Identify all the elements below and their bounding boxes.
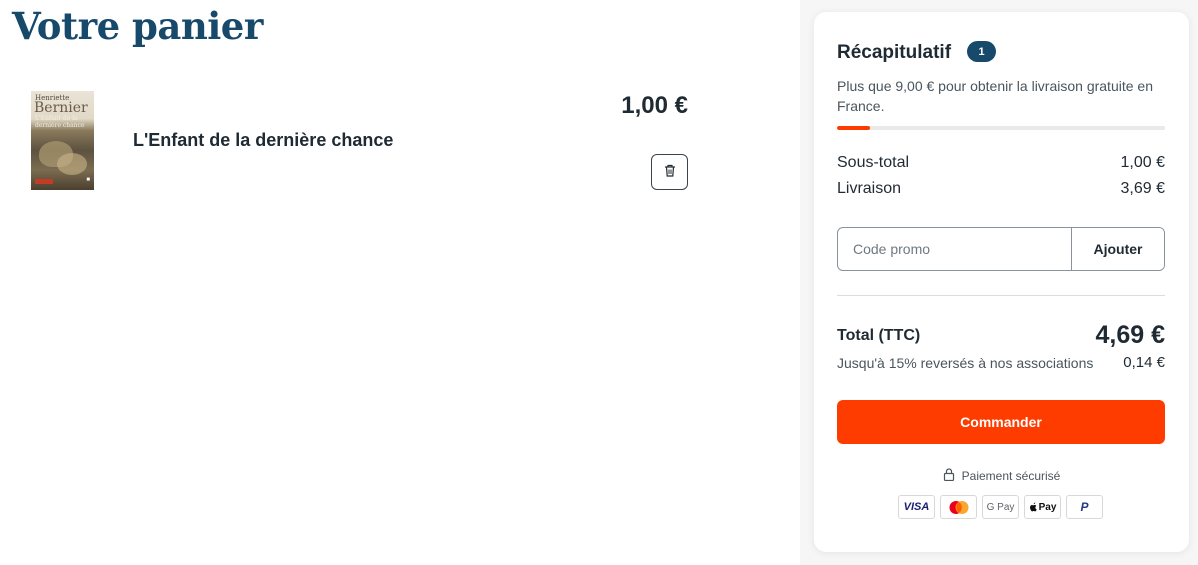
- cover-title: L'Enfant de la dernière chance: [35, 115, 85, 129]
- mastercard-icon: [940, 495, 977, 519]
- item-price: 1,00 €: [621, 92, 688, 119]
- delete-item-button[interactable]: [651, 154, 688, 190]
- apple-pay-label: Pay: [1038, 501, 1057, 513]
- shipping-label: Livraison: [837, 180, 902, 197]
- page-title: Votre panier: [12, 4, 263, 48]
- free-shipping-progress-fill: [837, 126, 870, 130]
- cart-main: Votre panier Henriette Bernier L'Enfant …: [0, 0, 800, 565]
- subtotal-row: Sous-total 1,00 €: [837, 154, 1165, 172]
- payment-methods: VISA G Pay Pay P: [898, 495, 1103, 519]
- trash-icon: [664, 164, 676, 180]
- cart-item: Henriette Bernier L'Enfant de la dernièr…: [30, 90, 690, 192]
- summary-title: Récapitulatif: [837, 42, 952, 63]
- total-row: Total (TTC) 4,69 €: [837, 321, 1165, 350]
- cover-publisher-badge: [35, 179, 53, 184]
- total-label: Total (TTC): [837, 326, 921, 344]
- shipping-row: Livraison 3,69 €: [837, 180, 1165, 198]
- shipping-value: 3,69 €: [1120, 180, 1165, 197]
- cover-author-last: Bernier: [34, 100, 88, 116]
- book-cover-image[interactable]: Henriette Bernier L'Enfant de la dernièr…: [31, 91, 94, 190]
- google-pay-icon: G Pay: [982, 495, 1019, 519]
- lock-icon: [943, 468, 955, 484]
- associations-label: Jusqu'à 15% reversés à nos associations: [837, 354, 1094, 371]
- total-value: 4,69 €: [1095, 321, 1165, 349]
- secure-payment: Paiement sécurisé: [814, 468, 1189, 484]
- visa-icon: VISA: [898, 495, 935, 519]
- cover-publisher-logo: ■: [86, 177, 90, 183]
- free-shipping-message: Plus que 9,00 € pour obtenir la livraiso…: [837, 78, 1153, 114]
- associations-row: Jusqu'à 15% reversés à nos associations …: [837, 354, 1165, 371]
- item-count-badge: 1: [967, 41, 996, 62]
- order-summary-panel: Récapitulatif 1 Plus que 9,00 € pour obt…: [814, 12, 1189, 552]
- subtotal-value: 1,00 €: [1120, 154, 1165, 171]
- summary-divider: [837, 295, 1165, 296]
- free-shipping-progress: [837, 126, 1165, 130]
- associations-value: 0,14 €: [1123, 354, 1165, 371]
- promo-code-form: Ajouter: [837, 227, 1165, 271]
- item-title-link[interactable]: L'Enfant de la dernière chance: [133, 130, 393, 151]
- apply-promo-button[interactable]: Ajouter: [1071, 228, 1164, 270]
- apple-pay-icon: Pay: [1024, 495, 1061, 519]
- secure-payment-label: Paiement sécurisé: [961, 469, 1061, 483]
- subtotal-label: Sous-total: [837, 154, 910, 171]
- paypal-icon: P: [1066, 495, 1103, 519]
- promo-code-input[interactable]: [838, 228, 1071, 270]
- cover-illustration-detail: [57, 153, 87, 175]
- checkout-button[interactable]: Commander: [837, 400, 1165, 444]
